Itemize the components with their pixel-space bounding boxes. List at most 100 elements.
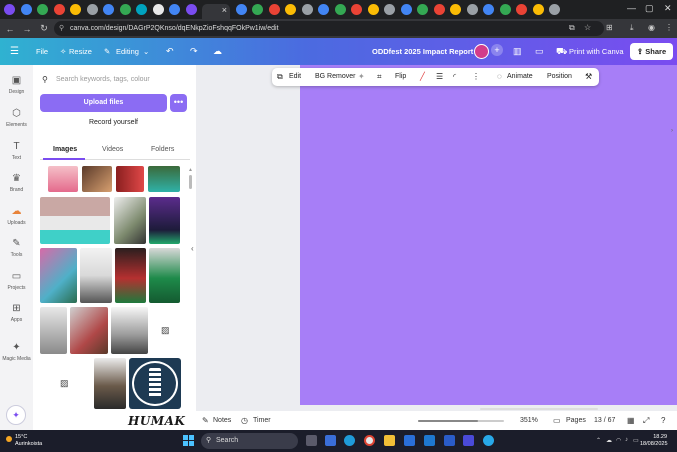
site-icon[interactable] xyxy=(400,4,412,15)
upload-thumbnail[interactable] xyxy=(114,197,146,244)
editing-mode-dropdown[interactable]: Editing xyxy=(116,38,139,65)
close-icon[interactable]: ✕ xyxy=(664,3,672,14)
tab-images[interactable]: Images xyxy=(53,146,77,153)
design-title[interactable]: ODDfest 2025 Impact Report xyxy=(372,38,473,65)
site-icon[interactable] xyxy=(384,4,395,15)
cloud-save-icon[interactable]: ☁ xyxy=(213,38,222,65)
forward-icon[interactable]: → xyxy=(20,24,34,34)
site-icon[interactable] xyxy=(433,4,445,15)
animate-button[interactable]: Animate xyxy=(507,68,533,86)
site-icon[interactable] xyxy=(169,4,180,15)
wifi-icon[interactable]: ◠ xyxy=(616,437,621,444)
undo-icon[interactable]: ↶ xyxy=(166,38,174,65)
site-icon[interactable] xyxy=(285,4,296,15)
grid-view-icon[interactable]: ▦ xyxy=(627,411,635,431)
site-icon[interactable] xyxy=(532,4,544,15)
copy-style-icon[interactable]: ⚒ xyxy=(585,68,592,86)
file-menu[interactable]: File xyxy=(36,38,48,65)
maximize-icon[interactable]: ▢ xyxy=(645,3,654,14)
site-icon[interactable] xyxy=(268,4,280,15)
upload-thumbnail[interactable] xyxy=(148,166,180,192)
design-page[interactable] xyxy=(300,65,677,405)
file-explorer-icon[interactable] xyxy=(384,435,395,446)
tray-chevron-icon[interactable]: ⌃ xyxy=(596,437,601,444)
upload-thumbnail[interactable] xyxy=(149,248,180,303)
upload-thumbnail[interactable] xyxy=(94,358,126,409)
site-icon[interactable] xyxy=(351,4,362,15)
minimize-icon[interactable]: — xyxy=(627,3,636,13)
upload-thumbnail[interactable] xyxy=(116,166,144,192)
upload-thumbnail[interactable] xyxy=(82,166,112,192)
store-icon[interactable] xyxy=(404,435,415,446)
site-icon[interactable] xyxy=(70,4,81,15)
site-icon[interactable] xyxy=(86,4,98,15)
print-with-canva-button[interactable]: Print with Canva xyxy=(569,38,624,65)
profile-icon[interactable]: ◉ xyxy=(648,23,655,32)
border-color-icon[interactable]: ╱ xyxy=(420,68,425,86)
task-view-icon[interactable] xyxy=(306,435,317,446)
site-icon[interactable] xyxy=(103,4,114,15)
taskbar-search[interactable]: ⚲ Search xyxy=(201,433,298,449)
comment-icon[interactable]: ▭ xyxy=(535,38,544,65)
more-options-button[interactable]: ••• xyxy=(170,94,187,112)
share-button[interactable]: ⇪ Share xyxy=(630,43,673,60)
site-icon[interactable] xyxy=(417,4,428,15)
upload-thumbnail[interactable] xyxy=(115,248,146,303)
resize-button[interactable]: Resize xyxy=(69,38,92,65)
border-style-icon[interactable]: ☰ xyxy=(436,68,443,86)
site-icon[interactable] xyxy=(450,4,461,15)
rail-uploads[interactable]: ☁ Uploads xyxy=(0,206,33,226)
help-icon[interactable]: ? xyxy=(661,411,665,431)
site-icon[interactable] xyxy=(301,4,313,15)
rail-brand[interactable]: ♛ Brand xyxy=(0,173,33,193)
timer-button[interactable]: Timer xyxy=(253,411,271,431)
site-icon[interactable] xyxy=(367,4,379,15)
system-clock[interactable]: 18.29 18/08/2025 xyxy=(640,434,668,448)
site-icon[interactable] xyxy=(252,4,263,15)
site-icon[interactable] xyxy=(20,4,32,15)
windows-start-icon[interactable] xyxy=(183,435,194,446)
collaborator-avatar[interactable] xyxy=(474,44,489,59)
upload-thumbnail[interactable] xyxy=(40,307,67,354)
teams-icon[interactable] xyxy=(325,435,336,446)
site-icon[interactable] xyxy=(516,4,527,15)
scroll-up-icon[interactable]: ▲ xyxy=(188,167,193,173)
chevron-down-icon[interactable]: ⌄ xyxy=(143,38,149,65)
add-collaborator-icon[interactable]: + xyxy=(491,44,503,56)
bookmark-star-icon[interactable]: ☆ xyxy=(584,23,591,32)
page-counter[interactable]: 13 / 67 xyxy=(594,411,615,431)
downloads-icon[interactable]: ⤓ xyxy=(630,23,634,33)
site-icon[interactable] xyxy=(466,4,478,15)
battery-icon[interactable]: ▭ xyxy=(633,437,639,444)
pages-button[interactable]: Pages xyxy=(566,411,586,431)
onedrive-icon[interactable] xyxy=(463,435,474,446)
upload-thumbnail[interactable] xyxy=(70,307,108,354)
bg-remover-button[interactable]: BG Remover xyxy=(315,68,355,86)
active-tab[interactable] xyxy=(202,4,230,19)
upload-thumbnail[interactable] xyxy=(149,197,180,244)
redo-icon[interactable]: ↷ xyxy=(190,38,198,65)
volume-icon[interactable]: ♪ xyxy=(625,437,628,443)
zoom-slider[interactable] xyxy=(418,420,504,422)
fullscreen-icon[interactable]: ⤢ xyxy=(643,411,649,431)
upload-thumbnail[interactable] xyxy=(48,166,78,192)
more-tools-icon[interactable]: ⋮ xyxy=(472,68,480,86)
cast-icon[interactable]: ⧉ xyxy=(569,23,575,33)
upload-files-button[interactable]: Upload files xyxy=(40,94,167,112)
pin-icon[interactable]: ✦ xyxy=(358,68,365,86)
site-icon[interactable] xyxy=(119,4,131,15)
panel-scrollbar[interactable] xyxy=(189,175,192,189)
cloud-icon[interactable]: ☁ xyxy=(606,437,612,444)
canva-icon[interactable] xyxy=(4,4,15,15)
site-icon[interactable] xyxy=(185,4,197,15)
chrome-icon[interactable] xyxy=(364,435,375,446)
collapse-panel-icon[interactable]: ‹ xyxy=(191,244,194,253)
upload-thumbnail[interactable] xyxy=(40,248,77,303)
browser-menu-icon[interactable]: ⋮ xyxy=(665,23,673,32)
rail-tools[interactable]: ✎ Tools xyxy=(0,238,33,258)
site-icon[interactable] xyxy=(549,4,560,15)
rail-apps[interactable]: ⊞ Apps xyxy=(0,303,33,323)
site-icon[interactable] xyxy=(334,4,346,15)
site-info-icon[interactable]: ⚲ xyxy=(59,21,64,36)
magic-sparkle-icon[interactable]: ✦ xyxy=(6,405,26,425)
